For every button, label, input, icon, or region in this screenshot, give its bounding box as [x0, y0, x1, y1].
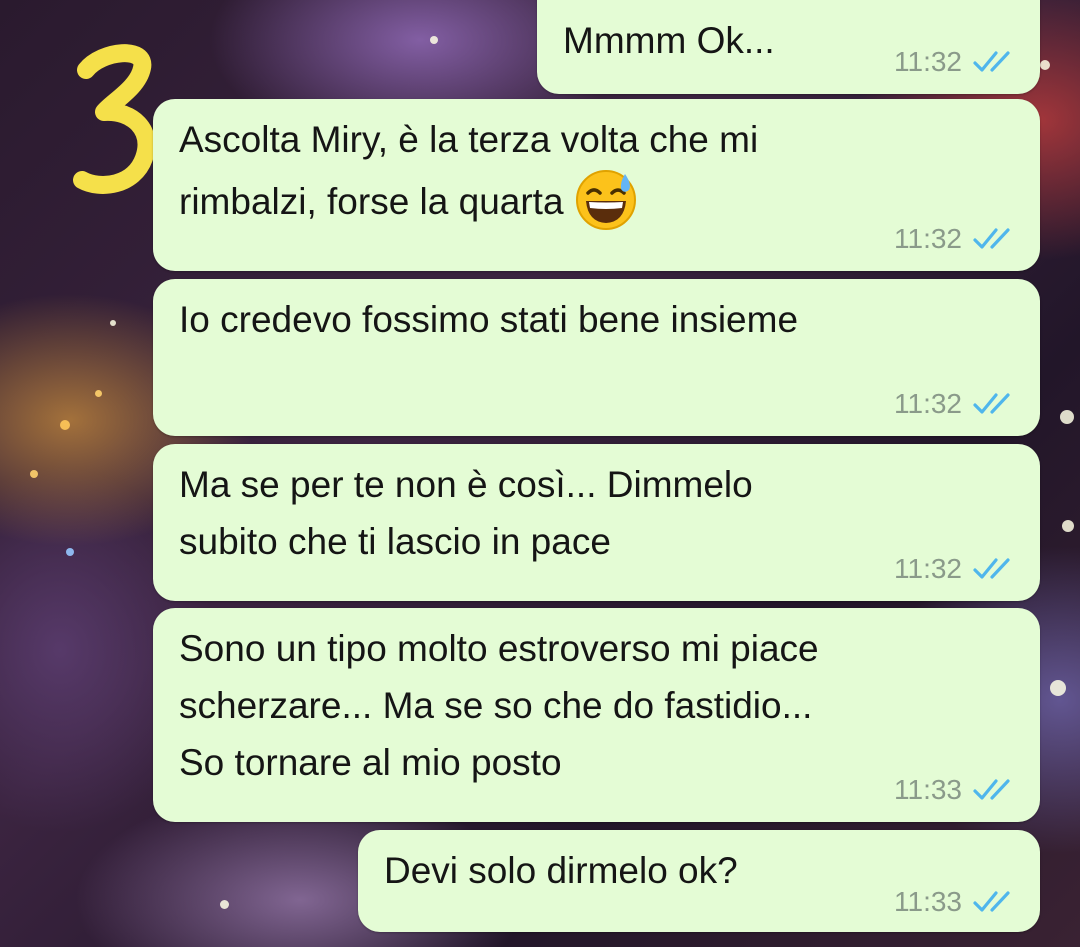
message-meta: 11:32: [894, 388, 1018, 420]
chat-message-bubble[interactable]: Ascolta Miry, è la terza volta che mi ri…: [153, 99, 1040, 271]
grinning-face-with-sweat-emoji: [575, 170, 636, 230]
message-text: Ascolta Miry, è la terza volta che mi ri…: [179, 111, 758, 232]
message-time: 11:33: [894, 774, 962, 805]
read-double-tick-icon: [973, 393, 1010, 414]
read-double-tick-icon: [973, 558, 1010, 579]
message-text: Ma se per te non è così... Dimmelo subit…: [179, 464, 753, 562]
message-time: 11:32: [894, 223, 962, 254]
message-meta: 11:32: [894, 223, 1018, 255]
message-time: 11:32: [894, 46, 962, 77]
message-time: 11:32: [894, 388, 962, 419]
message-meta: 11:32: [894, 46, 1018, 78]
message-time: 11:33: [894, 886, 962, 917]
message-meta: 11:33: [894, 886, 1018, 918]
message-text: Mmmm Ok...: [563, 20, 775, 61]
chat-message-bubble[interactable]: Devi solo dirmelo ok? 11:33: [358, 830, 1040, 932]
message-meta: 11:33: [894, 774, 1018, 806]
chat-message-bubble[interactable]: Sono un tipo molto estroverso mi piace s…: [153, 608, 1040, 822]
read-double-tick-icon: [973, 51, 1010, 72]
message-text: Io credevo fossimo stati bene insieme: [179, 299, 799, 340]
chat-message-bubble[interactable]: Ma se per te non è così... Dimmelo subit…: [153, 444, 1040, 601]
message-text-content: Ascolta Miry, è la terza volta che mi ri…: [179, 119, 759, 222]
read-double-tick-icon: [973, 228, 1010, 249]
chat-message-bubble[interactable]: Mmmm Ok... 11:32: [537, 0, 1040, 94]
read-double-tick-icon: [973, 779, 1010, 800]
handwritten-number-annotation: [73, 44, 156, 194]
message-text: Sono un tipo molto estroverso mi piace s…: [179, 628, 819, 783]
message-time: 11:32: [894, 553, 962, 584]
read-double-tick-icon: [973, 891, 1010, 912]
chat-message-bubble[interactable]: Io credevo fossimo stati bene insieme 11…: [153, 279, 1040, 436]
message-meta: 11:32: [894, 553, 1018, 585]
message-text: Devi solo dirmelo ok?: [384, 850, 738, 891]
